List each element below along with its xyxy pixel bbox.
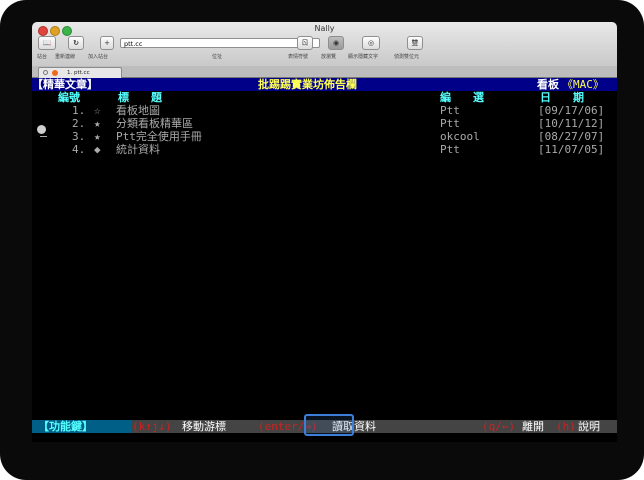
refresh-icon: ↻ — [73, 39, 79, 47]
address-label: 位址 — [212, 54, 223, 60]
move-cursor-hint: (k↑j↓) — [132, 420, 172, 433]
list-item[interactable]: 4. ◆ 統計資料 Ptt [11/07/05] — [32, 143, 617, 156]
star-filled-icon: ★ — [94, 130, 101, 143]
header-site-name: 批踢踢實業坊佈告欄 — [258, 78, 357, 91]
add-site-label: 加入站台 — [88, 54, 109, 60]
col-date: 日 期 — [540, 91, 584, 104]
browse-label: 放瀏覽 — [321, 54, 337, 60]
column-header-row: 編號 標 題 編 選 日 期 — [32, 91, 617, 104]
terminal-screen[interactable]: 【精華文章】 批踢踢實業坊佈告欄 看板 《MAC》 編號 標 題 編 選 日 期… — [32, 78, 617, 442]
col-editor: 編 選 — [440, 91, 484, 104]
tab-label: 1. ptt.cc — [67, 70, 90, 76]
emoticons-button[interactable]: ㄖ — [297, 36, 313, 50]
sites-label: 站台 — [37, 54, 48, 60]
title-bar: Nally 📖 ↻ + ptt.cc ㄖ ◉ ◎ 雙 站台 重新連線 加入站台 … — [32, 22, 617, 67]
speech-bubble-icon: ◉ — [332, 39, 340, 47]
quit-label: 離開 — [522, 420, 544, 433]
browse-toggle-button[interactable]: ◉ — [328, 36, 344, 50]
star-filled-icon: ★ — [94, 117, 101, 130]
tab-close-icon[interactable] — [43, 70, 48, 75]
add-site-button[interactable]: + — [100, 36, 114, 50]
detect-dbcs-label: 偵測雙位元 — [394, 54, 420, 60]
key-focus-highlight — [304, 414, 354, 436]
connection-status-icon — [52, 70, 58, 76]
address-field[interactable]: ptt.cc — [120, 38, 320, 48]
help-label: 說明 — [578, 420, 600, 433]
col-title: 標 題 — [118, 91, 162, 104]
detect-dbcs-button[interactable]: 雙 — [407, 36, 423, 50]
show-hidden-label: 顯示隱藏文字 — [348, 54, 379, 60]
star-outline-icon: ☆ — [94, 104, 101, 117]
col-num: 編號 — [58, 91, 80, 104]
help-hint: (h) — [556, 420, 576, 433]
sites-button[interactable]: 📖 — [38, 36, 56, 50]
app-window: Nally 📖 ↻ + ptt.cc ㄖ ◉ ◎ 雙 站台 重新連線 加入站台 … — [32, 22, 617, 442]
dbcs-icon: 雙 — [411, 39, 419, 47]
header-board-name: 《MAC》 — [562, 78, 604, 91]
eye-icon: ◎ — [367, 39, 375, 47]
move-cursor-label: 移動游標 — [182, 420, 226, 433]
emoticons-label: 表情符號 — [288, 54, 309, 60]
list-item[interactable]: 3. ★ Ptt完全使用手冊 okcool [08/27/07] — [32, 130, 617, 143]
function-key-label: 【功能鍵】 — [38, 420, 93, 433]
tab-bar: 1. ptt.cc — [32, 66, 617, 78]
terminal-header: 【精華文章】 批踢踢實業坊佈告欄 看板 《MAC》 — [32, 78, 617, 91]
diamond-icon: ◆ — [94, 143, 101, 156]
show-hidden-text-button[interactable]: ◎ — [362, 36, 380, 50]
window-title: Nally — [314, 24, 335, 33]
quit-hint: (q/←) — [482, 420, 516, 433]
reconnect-button[interactable]: ↻ — [68, 36, 84, 50]
book-icon: 📖 — [42, 39, 52, 47]
header-board-label: 看板 — [537, 78, 559, 91]
list-item[interactable]: 1. ☆ 看板地圖 Ptt [09/17/06] — [32, 104, 617, 117]
header-section: 【精華文章】 — [32, 78, 98, 91]
list-item[interactable]: 2. ★ 分類看板精華區 Ptt [10/11/12] — [32, 117, 617, 130]
plus-icon: + — [104, 39, 110, 47]
tab-ptt[interactable]: 1. ptt.cc — [38, 67, 122, 78]
reconnect-label: 重新連線 — [55, 54, 76, 60]
emoticon-icon: ㄖ — [301, 39, 309, 47]
